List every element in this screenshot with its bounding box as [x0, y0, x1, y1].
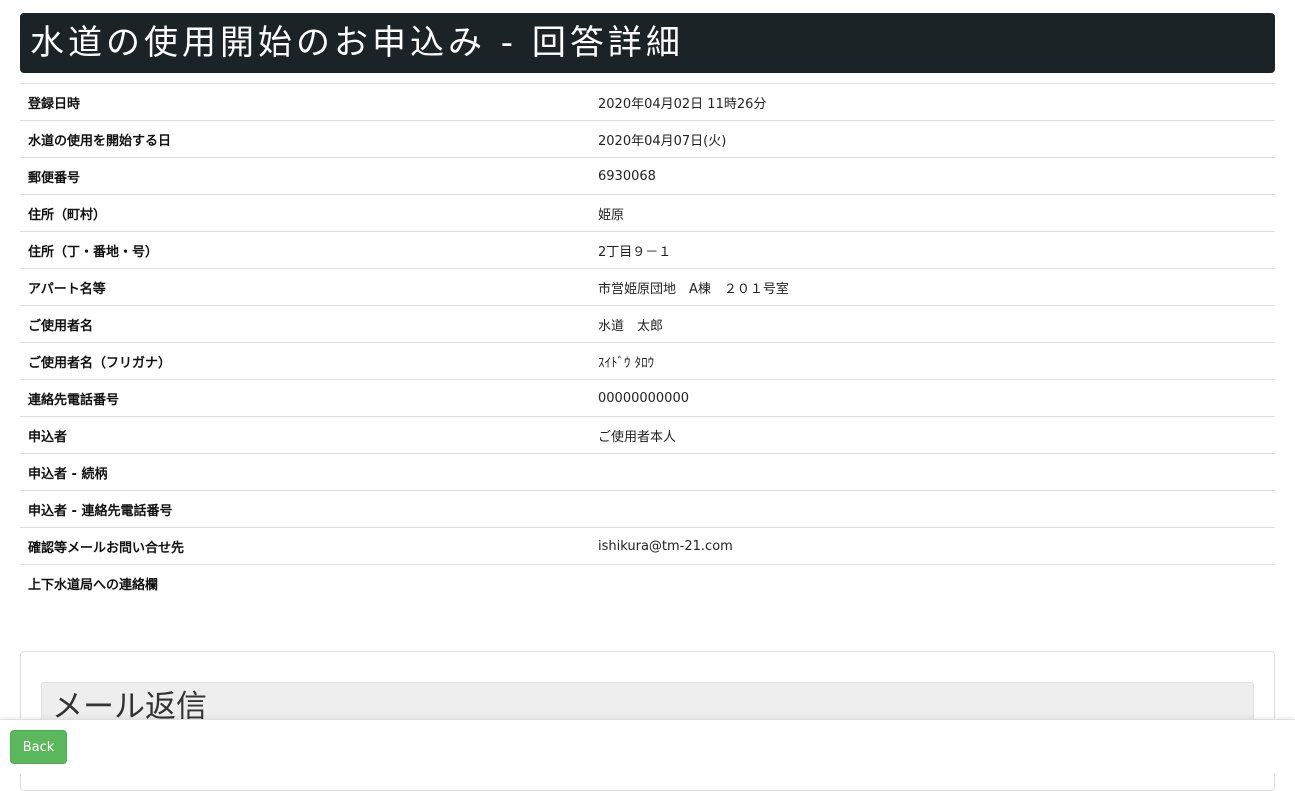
- row-value-registered-at: 2020年04月02日 11時26分: [598, 96, 767, 112]
- table-row: 住所（丁・番地・号） 2丁目９－１: [20, 231, 1275, 269]
- page-title: 水道の使用開始のお申込み - 回答詳細: [30, 23, 684, 63]
- table-row: アパート名等 市営姫原団地 A棟 ２０１号室: [20, 268, 1275, 306]
- row-label-address-block: 住所（丁・番地・号）: [28, 244, 159, 260]
- row-label-applicant: 申込者: [28, 429, 68, 445]
- table-row: 登録日時 2020年04月02日 11時26分: [20, 83, 1275, 121]
- table-row: 申込者 ご使用者本人: [20, 416, 1275, 454]
- row-label-address-town: 住所（町村）: [28, 207, 107, 223]
- row-value-applicant: ご使用者本人: [598, 429, 677, 445]
- table-row: 確認等メールお問い合せ先 ishikura@tm-21.com: [20, 527, 1275, 565]
- row-label-user-name-kana: ご使用者名（フリガナ）: [28, 355, 172, 371]
- row-label-postal-code: 郵便番号: [28, 170, 81, 186]
- row-value-user-name-kana: ｽｲﾄﾞｳ ﾀﾛｳ: [598, 355, 655, 371]
- table-row: ご使用者名（フリガナ） ｽｲﾄﾞｳ ﾀﾛｳ: [20, 342, 1275, 380]
- row-value-applicant-phone: [590, 491, 1275, 528]
- row-value-user-name: 水道 太郎: [598, 318, 664, 334]
- row-label-applicant-phone: 申込者 - 連絡先電話番号: [28, 503, 173, 519]
- page-header: 水道の使用開始のお申込み - 回答詳細: [20, 13, 1275, 73]
- row-label-apartment: アパート名等: [28, 281, 106, 297]
- row-value-message-to-bureau: [590, 565, 1275, 602]
- row-value-postal-code: 6930068: [598, 168, 656, 184]
- table-row: 申込者 - 連絡先電話番号: [20, 490, 1275, 528]
- table-row: 上下水道局への連絡欄: [20, 564, 1275, 602]
- row-value-apartment: 市営姫原団地 A棟 ２０１号室: [598, 281, 789, 297]
- row-value-phone: 00000000000: [598, 390, 689, 406]
- row-value-applicant-relation: [590, 454, 1275, 491]
- row-label-start-date: 水道の使用を開始する日: [28, 133, 172, 149]
- table-row: 郵便番号 6930068: [20, 157, 1275, 195]
- table-row: ご使用者名 水道 太郎: [20, 305, 1275, 343]
- table-row: 住所（町村） 姫原: [20, 194, 1275, 232]
- table-row: 連絡先電話番号 00000000000: [20, 379, 1275, 417]
- row-label-applicant-relation: 申込者 - 続柄: [28, 466, 108, 482]
- back-button[interactable]: Back: [10, 730, 67, 764]
- row-value-address-block: 2丁目９－１: [598, 244, 672, 260]
- row-label-contact-email: 確認等メールお問い合せ先: [28, 540, 185, 556]
- row-label-registered-at: 登録日時: [28, 96, 81, 112]
- table-row: 水道の使用を開始する日 2020年04月07日(火): [20, 120, 1275, 158]
- detail-table: 登録日時 2020年04月02日 11時26分 水道の使用を開始する日 2020…: [20, 83, 1275, 602]
- row-value-address-town: 姫原: [598, 207, 625, 223]
- row-label-user-name: ご使用者名: [28, 318, 94, 334]
- row-value-start-date: 2020年04月07日(火): [598, 133, 727, 149]
- row-value-contact-email: ishikura@tm-21.com: [598, 538, 733, 554]
- row-label-message-to-bureau: 上下水道局への連絡欄: [28, 577, 159, 593]
- footer-bar: Back: [0, 719, 1295, 774]
- row-label-phone: 連絡先電話番号: [28, 392, 120, 408]
- table-row: 申込者 - 続柄: [20, 453, 1275, 491]
